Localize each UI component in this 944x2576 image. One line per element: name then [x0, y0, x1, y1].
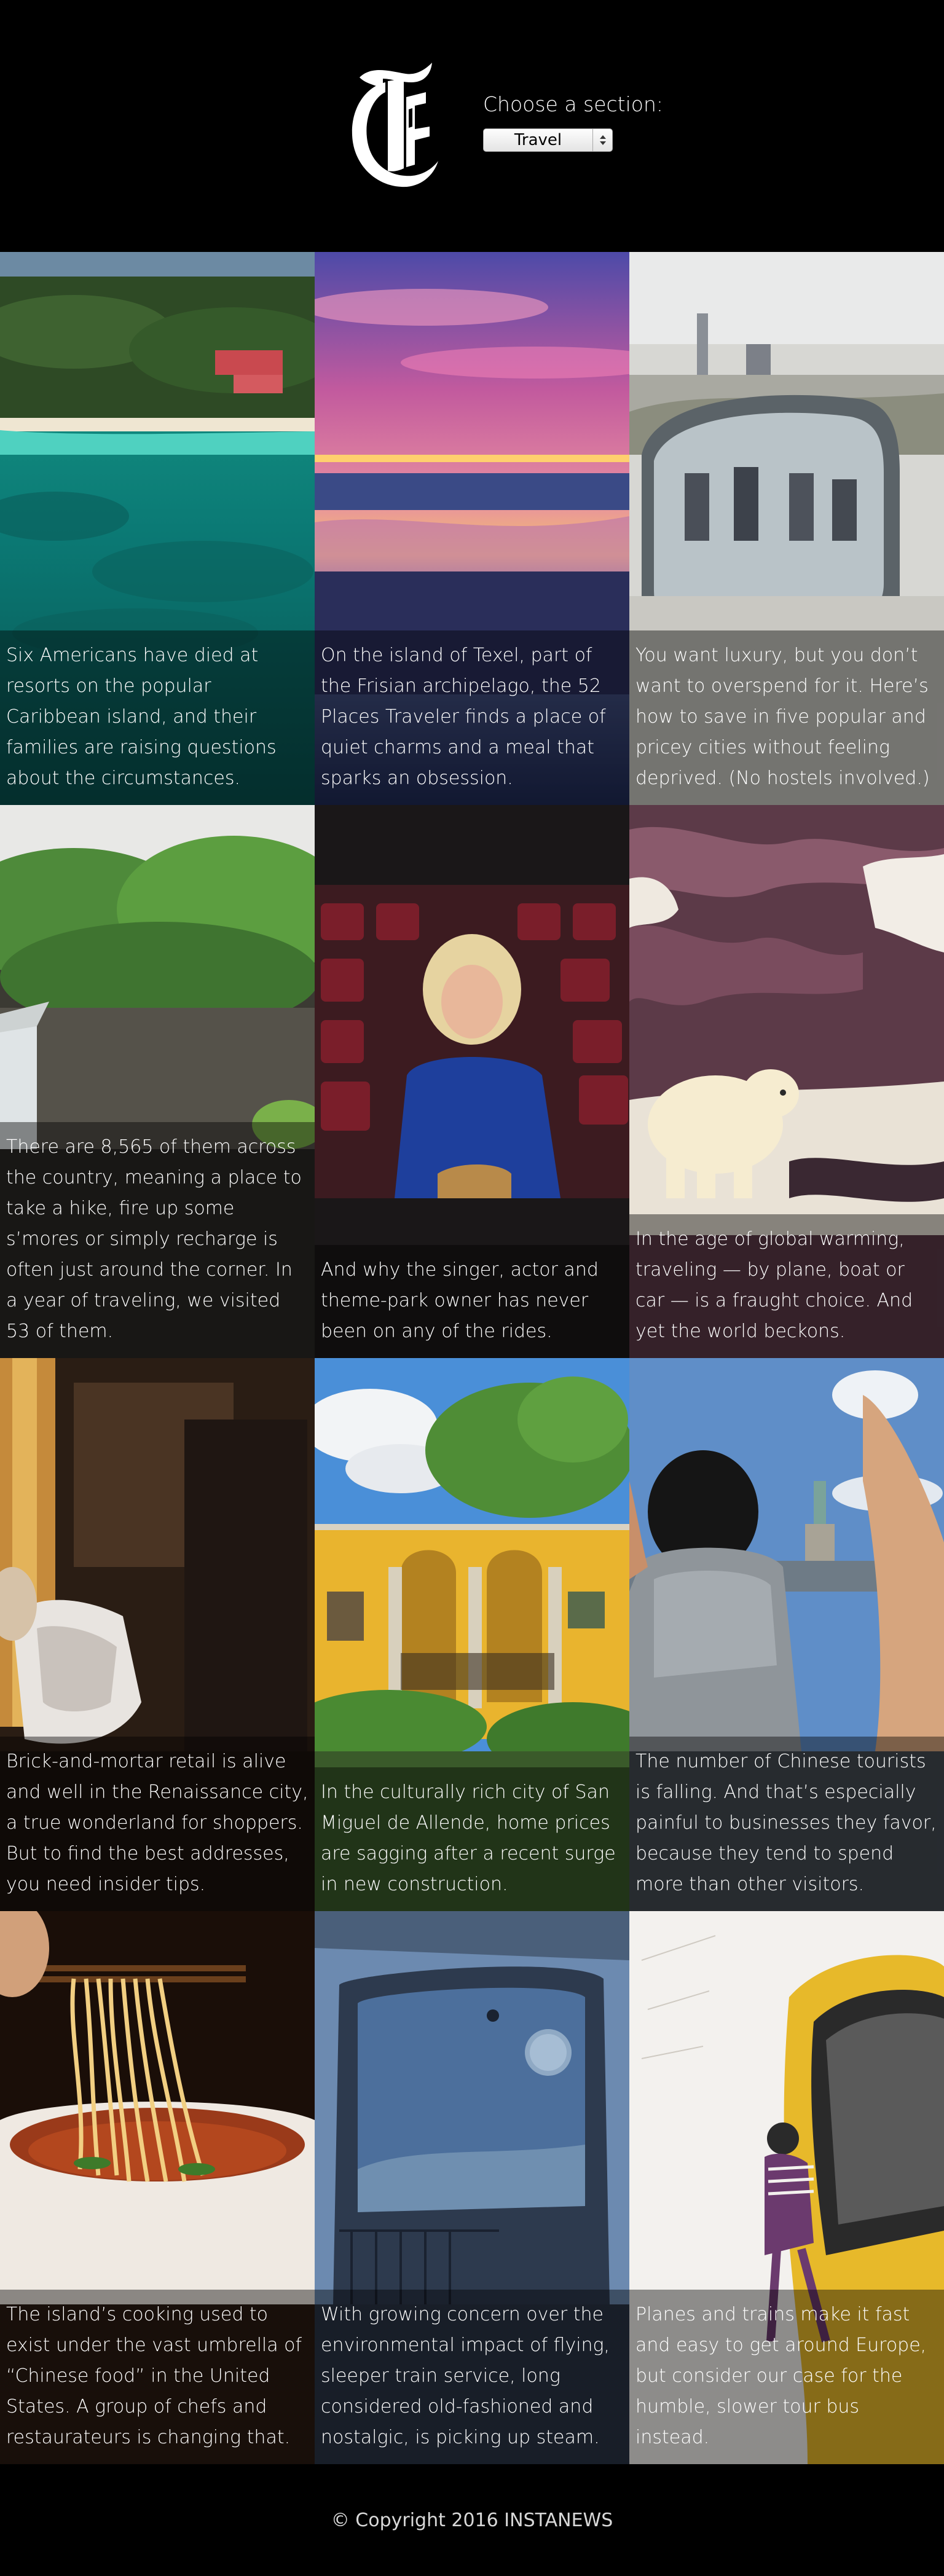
story-caption: There are 8,565 of them across the count…: [0, 1122, 315, 1358]
story-tile[interactable]: You want luxury, but you don’t want to o…: [629, 252, 944, 805]
section-picker: Choose a section: Travel: [483, 92, 663, 152]
story-tile[interactable]: The number of Chinese tourists is fallin…: [629, 1358, 944, 1911]
story-caption: In the age of global warming, traveling …: [629, 1214, 944, 1358]
story-caption: You want luxury, but you don’t want to o…: [629, 630, 944, 805]
story-tile[interactable]: Brick-and-mortar retail is alive and wel…: [0, 1358, 315, 1911]
story-tile[interactable]: With growing concern over the environmen…: [315, 1911, 629, 2464]
copyright-text: © Copyright 2016 INSTANEWS: [331, 2509, 613, 2531]
chevron-up-down-icon: [592, 129, 612, 151]
story-tile[interactable]: On the island of Texel, part of the Fris…: [315, 252, 629, 805]
story-caption: The number of Chinese tourists is fallin…: [629, 1737, 944, 1911]
story-tile[interactable]: The island’s cooking used to exist under…: [0, 1911, 315, 2464]
story-caption: Planes and trains make it fast and easy …: [629, 2290, 944, 2464]
story-caption: In the culturally rich city of San Migue…: [315, 1767, 629, 1911]
story-tile[interactable]: Planes and trains make it fast and easy …: [629, 1911, 944, 2464]
story-grid: Six Americans have died at resorts on th…: [0, 252, 944, 2464]
story-tile[interactable]: In the culturally rich city of San Migue…: [315, 1358, 629, 1911]
story-tile[interactable]: In the age of global warming, traveling …: [629, 805, 944, 1358]
story-caption: The island’s cooking used to exist under…: [0, 2290, 315, 2464]
section-select[interactable]: Travel: [483, 128, 613, 152]
section-select-value: Travel: [514, 131, 562, 149]
story-tile[interactable]: And why the singer, actor and theme-park…: [315, 805, 629, 1358]
story-caption: Brick-and-mortar retail is alive and wel…: [0, 1737, 315, 1911]
story-tile[interactable]: Six Americans have died at resorts on th…: [0, 252, 315, 805]
story-tile[interactable]: There are 8,565 of them across the count…: [0, 805, 315, 1358]
site-header: Choose a section: Travel: [0, 0, 944, 252]
story-caption: With growing concern over the environmen…: [315, 2290, 629, 2464]
nyt-t-logo-icon[interactable]: [347, 60, 439, 189]
site-footer: © Copyright 2016 INSTANEWS: [0, 2464, 944, 2576]
story-caption: And why the singer, actor and theme-park…: [315, 1245, 629, 1358]
story-caption: Six Americans have died at resorts on th…: [0, 630, 315, 805]
section-label: Choose a section:: [483, 92, 664, 116]
story-caption: On the island of Texel, part of the Fris…: [315, 630, 629, 805]
